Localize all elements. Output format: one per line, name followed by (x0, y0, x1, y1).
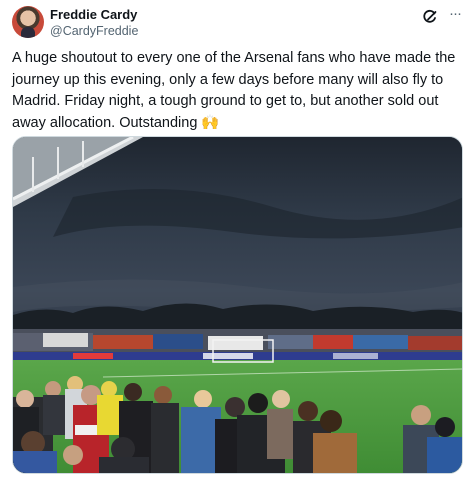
tweet-text: A huge shoutout to every one of the Arse… (12, 50, 456, 131)
more-options-icon[interactable]: ··· (446, 6, 464, 25)
tweet-photo[interactable] (12, 136, 463, 474)
grok-icon[interactable] (422, 9, 438, 25)
stadium-photo (13, 137, 462, 473)
tweet-header: Freddie Cardy @CardyFreddie ··· (12, 5, 464, 41)
author-handle[interactable]: @CardyFreddie (50, 23, 138, 39)
author-display-name[interactable]: Freddie Cardy (50, 7, 137, 23)
avatar[interactable] (12, 6, 44, 38)
